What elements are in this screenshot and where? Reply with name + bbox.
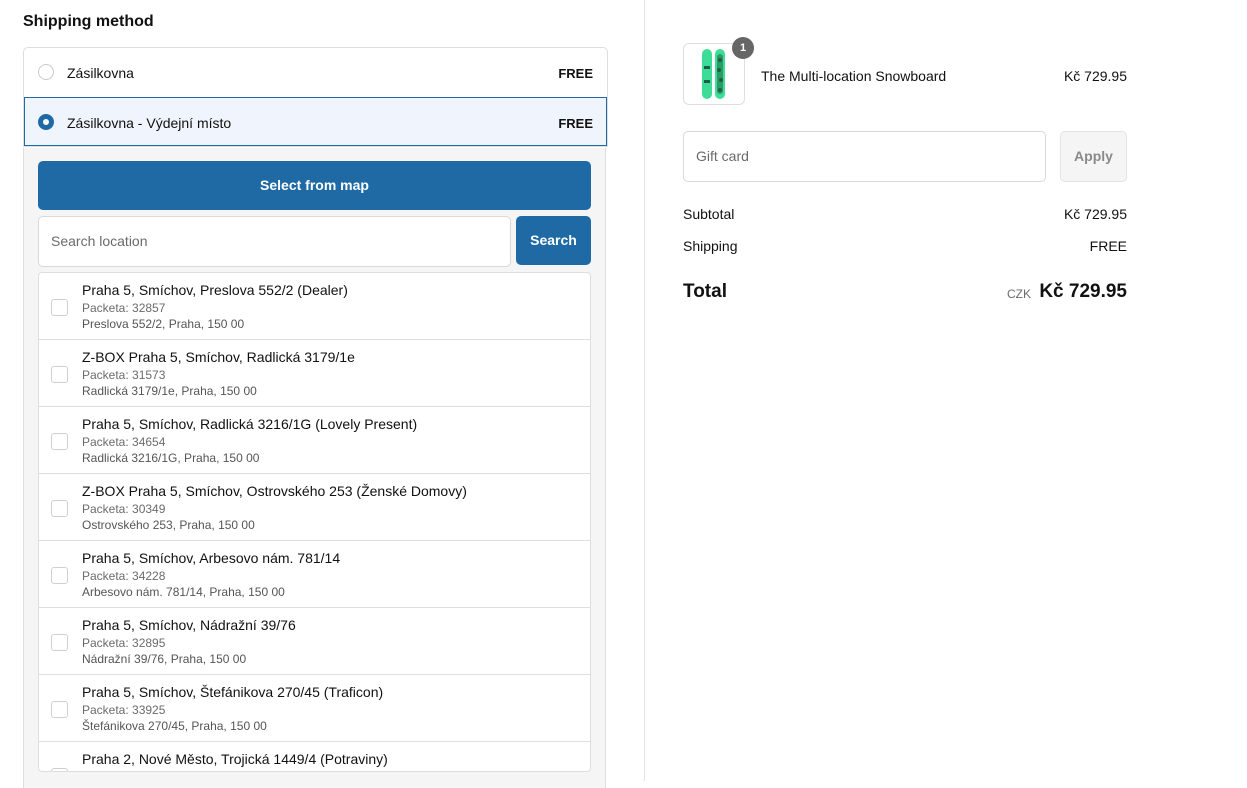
location-address: Nádražní 39/76, Praha, 150 00 — [82, 652, 247, 666]
location-checkbox[interactable] — [51, 299, 68, 316]
shipping-option-price: FREE — [558, 66, 593, 81]
location-checkbox[interactable] — [51, 567, 68, 584]
location-code: Packeta: 34228 — [82, 569, 166, 583]
location-checkbox[interactable] — [51, 634, 68, 651]
pickup-location-item[interactable]: Z-BOX Praha 5, Smíchov, Radlická 3179/1e… — [39, 340, 590, 407]
location-checkbox[interactable] — [51, 768, 68, 771]
location-code: Packeta: 32895 — [82, 636, 166, 650]
location-address: Arbesovo nám. 781/14, Praha, 150 00 — [82, 585, 285, 599]
location-address: Štefánikova 270/45, Praha, 150 00 — [82, 719, 267, 733]
shipping-option-label: Zásilkovna — [67, 65, 134, 81]
location-name: Praha 5, Smíchov, Radlická 3216/1G (Love… — [82, 416, 418, 432]
shipping-methods: Zásilkovna FREE Zásilkovna - Výdejní mís… — [23, 47, 608, 147]
search-button[interactable]: Search — [516, 216, 591, 265]
location-checkbox[interactable] — [51, 701, 68, 718]
shipping-section: Shipping method Zásilkovna FREE Zásilkov… — [0, 0, 644, 788]
radio-pickup-point[interactable] — [38, 114, 54, 130]
location-name: Z-BOX Praha 5, Smíchov, Radlická 3179/1e — [82, 349, 355, 365]
total-value: Kč 729.95 — [1039, 281, 1127, 302]
pickup-location-item[interactable]: Praha 5, Smíchov, Štefánikova 270/45 (Tr… — [39, 675, 590, 742]
shipping-option-price: FREE — [558, 116, 593, 131]
location-code: Packeta: 34654 — [82, 435, 166, 449]
pickup-location-item[interactable]: Z-BOX Praha 5, Smíchov, Ostrovského 253 … — [39, 474, 590, 541]
subtotal-label: Subtotal — [683, 206, 735, 222]
pickup-location-item[interactable]: Praha 5, Smíchov, Radlická 3216/1G (Love… — [39, 407, 590, 474]
location-address: Radlická 3216/1G, Praha, 150 00 — [82, 451, 260, 465]
quantity-badge: 1 — [732, 37, 754, 59]
location-name: Z-BOX Praha 5, Smíchov, Ostrovského 253 … — [82, 483, 467, 499]
location-name: Praha 2, Nové Město, Trojická 1449/4 (Po… — [82, 751, 388, 767]
pickup-location-item[interactable]: Praha 5, Smíchov, Arbesovo nám. 781/14 P… — [39, 541, 590, 608]
shipping-method-title: Shipping method — [23, 13, 154, 30]
location-checkbox[interactable] — [51, 500, 68, 517]
location-checkbox[interactable] — [51, 433, 68, 450]
select-from-map-button[interactable]: Select from map — [38, 161, 591, 210]
product-price: Kč 729.95 — [1063, 68, 1127, 84]
radio-zasilkovna[interactable] — [38, 64, 54, 80]
location-name: Praha 5, Smíchov, Preslova 552/2 (Dealer… — [82, 282, 348, 298]
location-code: Packeta: 31573 — [82, 368, 166, 382]
location-code: Packeta: 30349 — [82, 502, 166, 516]
pickup-location-item[interactable]: Praha 2, Nové Město, Trojická 1449/4 (Po… — [39, 742, 590, 771]
shipping-option-label: Zásilkovna - Výdejní místo — [67, 115, 232, 131]
total-currency: CZK — [1007, 287, 1031, 301]
shipping-label: Shipping — [683, 238, 738, 254]
pickup-location-list[interactable]: Praha 5, Smíchov, Preslova 552/2 (Dealer… — [38, 272, 591, 772]
location-address: Preslova 552/2, Praha, 150 00 — [82, 317, 245, 331]
location-address: Ostrovského 253, Praha, 150 00 — [82, 518, 255, 532]
location-code: Packeta: 32857 — [82, 301, 166, 315]
order-summary: 1 The Multi-location Snowboard Kč 729.95… — [645, 0, 1247, 781]
location-name: Praha 5, Smíchov, Arbesovo nám. 781/14 — [82, 550, 341, 566]
location-code: Packeta: 33925 — [82, 703, 166, 717]
location-checkbox[interactable] — [51, 366, 68, 383]
search-location-input[interactable]: Search location — [38, 216, 511, 267]
gift-card-input[interactable]: Gift card — [683, 131, 1046, 182]
pickup-location-item[interactable]: Praha 5, Smíchov, Nádražní 39/76 Packeta… — [39, 608, 590, 675]
pickup-point-panel: Select from map Search location Search P… — [23, 148, 606, 788]
location-address: Radlická 3179/1e, Praha, 150 00 — [82, 384, 257, 398]
apply-button[interactable]: Apply — [1060, 131, 1127, 182]
pickup-location-item[interactable]: Praha 5, Smíchov, Preslova 552/2 (Dealer… — [39, 273, 590, 340]
subtotal-value: Kč 729.95 — [1063, 206, 1127, 222]
location-name: Praha 5, Smíchov, Nádražní 39/76 — [82, 617, 296, 633]
shipping-option-zasilkovna[interactable]: Zásilkovna FREE — [24, 48, 607, 97]
shipping-value: FREE — [1089, 238, 1127, 254]
total-label: Total — [683, 281, 727, 302]
product-name: The Multi-location Snowboard — [761, 68, 947, 84]
location-name: Praha 5, Smíchov, Štefánikova 270/45 (Tr… — [82, 684, 384, 700]
shipping-option-pickup-point[interactable]: Zásilkovna - Výdejní místo FREE — [24, 97, 607, 146]
